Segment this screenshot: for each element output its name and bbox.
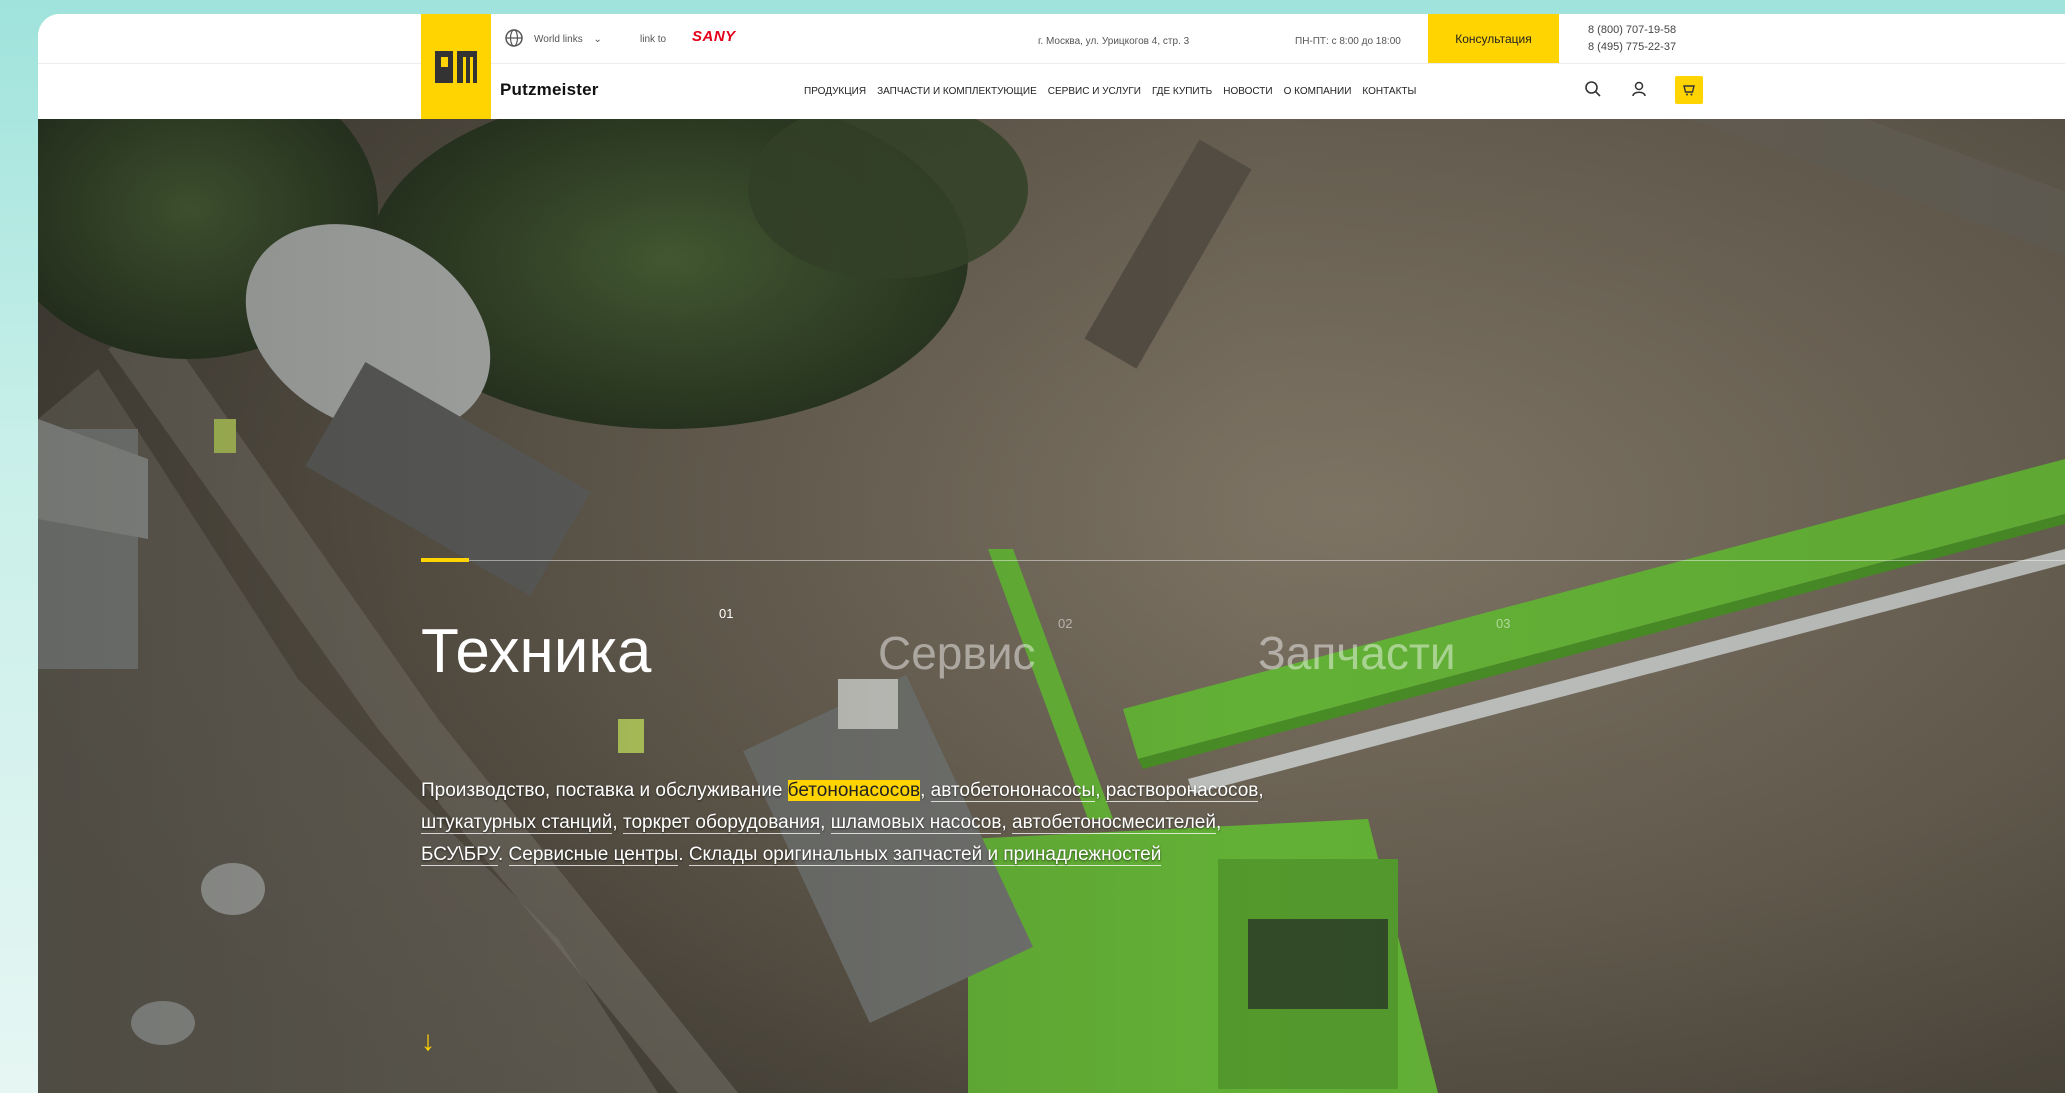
tab-equipment[interactable]: Техника 01 bbox=[421, 606, 733, 687]
desc-text: , bbox=[1215, 812, 1222, 833]
brand-name[interactable]: Putzmeister bbox=[500, 80, 599, 100]
link-mortar-pumps[interactable]: растворонасосов bbox=[1105, 780, 1259, 802]
hero-overlay bbox=[38, 119, 2065, 1093]
desc-text: , bbox=[920, 780, 931, 801]
search-icon[interactable] bbox=[1582, 78, 1604, 100]
consultation-button[interactable]: Консультация bbox=[1428, 14, 1559, 63]
user-icon[interactable] bbox=[1628, 78, 1650, 100]
main-nav: Продукция Запчасти и комплектующие Серви… bbox=[804, 86, 1427, 97]
world-links-select[interactable]: World links ⌄ bbox=[534, 34, 602, 45]
world-links-label: World links bbox=[534, 34, 583, 45]
hours-text: ПН-ПТ: с 8:00 до 18:00 bbox=[1295, 36, 1401, 47]
link-batching-plants[interactable]: БСУ\БРУ bbox=[421, 844, 498, 866]
tab-parts[interactable]: Запчасти 03 bbox=[1258, 616, 1510, 680]
link-truck-mixers[interactable]: автобетоносмесителей bbox=[1012, 812, 1216, 834]
hero-description: Производство, поставка и обслуживание бе… bbox=[421, 775, 1291, 871]
desc-text: . bbox=[497, 844, 509, 865]
phone-1[interactable]: 8 (800) 707-19-58 bbox=[1588, 24, 1676, 36]
nav-products[interactable]: Продукция bbox=[804, 86, 866, 97]
link-plaster-stations[interactable]: штукатурных станций bbox=[421, 812, 613, 834]
tab-service[interactable]: Сервис 02 bbox=[878, 616, 1072, 680]
nav-service[interactable]: Сервис и услуги bbox=[1048, 86, 1141, 97]
nav-where-to-buy[interactable]: Где купить bbox=[1152, 86, 1212, 97]
pm-logo-icon bbox=[435, 50, 477, 83]
tab-parts-title: Запчасти bbox=[1258, 627, 1456, 679]
globe-icon[interactable] bbox=[504, 28, 524, 48]
browser-window: Putzmeister World links ⌄ link to SANY г… bbox=[38, 14, 2065, 1093]
desc-text: , bbox=[1258, 780, 1264, 801]
scroll-down-arrow-icon[interactable]: ↓ bbox=[421, 1025, 435, 1057]
header-divider bbox=[38, 63, 2065, 64]
link-concrete-pumps[interactable]: бетононасосов bbox=[787, 780, 921, 801]
desc-text: , bbox=[612, 812, 623, 833]
nav-news[interactable]: Новости bbox=[1223, 86, 1272, 97]
tab-equipment-number: 01 bbox=[719, 606, 734, 621]
tab-equipment-title: Техника bbox=[421, 617, 652, 686]
slider-track-line bbox=[421, 560, 2065, 561]
tab-parts-number: 03 bbox=[1496, 616, 1511, 631]
desc-text: , bbox=[820, 812, 831, 833]
desc-text: . bbox=[678, 844, 689, 865]
link-shotcrete[interactable]: торкрет оборудования bbox=[622, 812, 821, 834]
desc-text: Производство, поставка и обслуживание bbox=[421, 780, 788, 801]
address-text: г. Москва, ул. Урицкогов 4, стр. 3 bbox=[1038, 36, 1190, 47]
tab-service-number: 02 bbox=[1058, 616, 1073, 631]
nav-contacts[interactable]: Контакты bbox=[1362, 86, 1416, 97]
phone-2[interactable]: 8 (495) 775-22-37 bbox=[1588, 41, 1676, 53]
nav-parts[interactable]: Запчасти и комплектующие bbox=[877, 86, 1037, 97]
cart-icon[interactable] bbox=[1675, 76, 1703, 104]
desc-text: , bbox=[1095, 780, 1106, 801]
tab-service-title: Сервис bbox=[878, 627, 1036, 679]
link-sludge-pumps[interactable]: шламовых насосов bbox=[830, 812, 1002, 834]
link-service-centers[interactable]: Сервисные центры bbox=[508, 844, 679, 866]
putzmeister-logo[interactable] bbox=[421, 14, 491, 119]
link-parts-warehouses[interactable]: Склады оригинальных запчастей и принадле… bbox=[688, 844, 1162, 866]
slider-active-indicator bbox=[421, 558, 469, 562]
sany-prefix: link to bbox=[640, 34, 667, 45]
sany-logo[interactable]: SANY bbox=[692, 28, 736, 45]
site-header: Putzmeister World links ⌄ link to SANY г… bbox=[38, 14, 2065, 119]
link-truck-pumps[interactable]: автобетононасосы bbox=[930, 780, 1096, 802]
nav-about[interactable]: О компании bbox=[1284, 86, 1352, 97]
hero-slider: Техника 01 Сервис 02 Запчасти 03 Произво… bbox=[38, 119, 2065, 1093]
desc-text: , bbox=[1001, 812, 1013, 833]
chevron-down-icon: ⌄ bbox=[593, 34, 602, 45]
